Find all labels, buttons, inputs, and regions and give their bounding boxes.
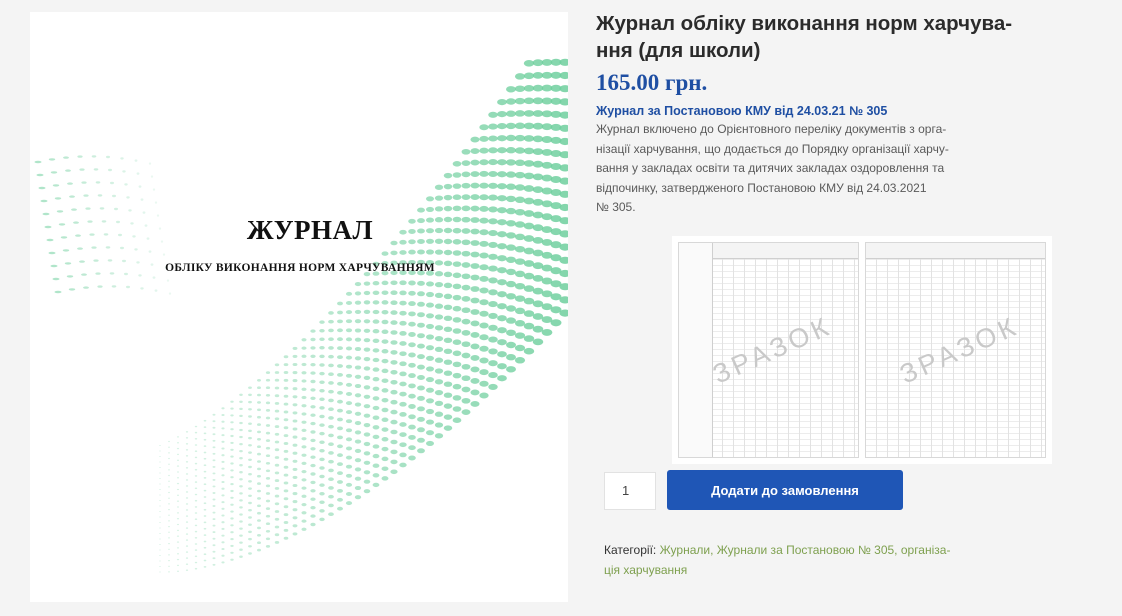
product-title-line-1: Журнал обліку виконання норм харчува- (596, 12, 1013, 35)
description-heading: Журнал за Постановою КМУ від 24.03.21 № … (596, 104, 888, 118)
cover-wave-pattern (34, 58, 568, 573)
description-line: відпочинку, затвердженого Постановою КМУ… (596, 180, 927, 195)
cover-title: ЖУРНАЛ (246, 215, 374, 245)
sample-page-right: ЗРАЗОК (865, 242, 1046, 458)
category-link-food-organization[interactable]: ція харчування (604, 563, 687, 577)
description-line: № 305. (596, 200, 636, 214)
description-line: нізації харчування, що додається до Поря… (596, 141, 949, 156)
sample-table-header (866, 243, 1045, 259)
product-cover-image[interactable]: ЖУРНАЛ ОБЛІКУ ВИКОНАННЯ НОРМ ХАРЧУВАННЯМ (30, 12, 568, 602)
sample-watermark: ЗРАЗОК (895, 310, 1024, 390)
quantity-input[interactable]: 1 (604, 472, 656, 510)
product-info: Журнал обліку виконання норм харчува- нн… (596, 10, 1106, 218)
add-to-order-button[interactable]: Додати до замовлення (667, 470, 903, 510)
sample-watermark: ЗРАЗОК (708, 310, 837, 390)
product-title-line-2: ння (для школи) (596, 39, 761, 62)
product-categories: Категорії: Журнали, Журнали за Постаново… (604, 540, 1122, 580)
category-links[interactable]: Журнали, Журнали за Постановою № 305, ор… (660, 543, 951, 557)
sample-table-first-column (679, 243, 713, 457)
cover-subtitle: ОБЛІКУ ВИКОНАННЯ НОРМ ХАРЧУВАННЯМ (165, 262, 435, 274)
categories-label: Категорії: (604, 543, 657, 557)
description-line: Журнал включено до Орієнтовного переліку… (596, 122, 947, 136)
sample-page-left: ЗРАЗОК (678, 242, 859, 458)
sample-pages-image[interactable]: ЗРАЗОК ЗРАЗОК (672, 236, 1052, 464)
product-price: 165.00 грн. (596, 70, 708, 95)
description-line: вання у закладах освіти та дитячих закла… (596, 161, 945, 175)
product-title: Журнал обліку виконання норм харчува- нн… (596, 10, 1106, 64)
product-description: Журнал включено до Орієнтовного переліку… (596, 120, 1101, 218)
